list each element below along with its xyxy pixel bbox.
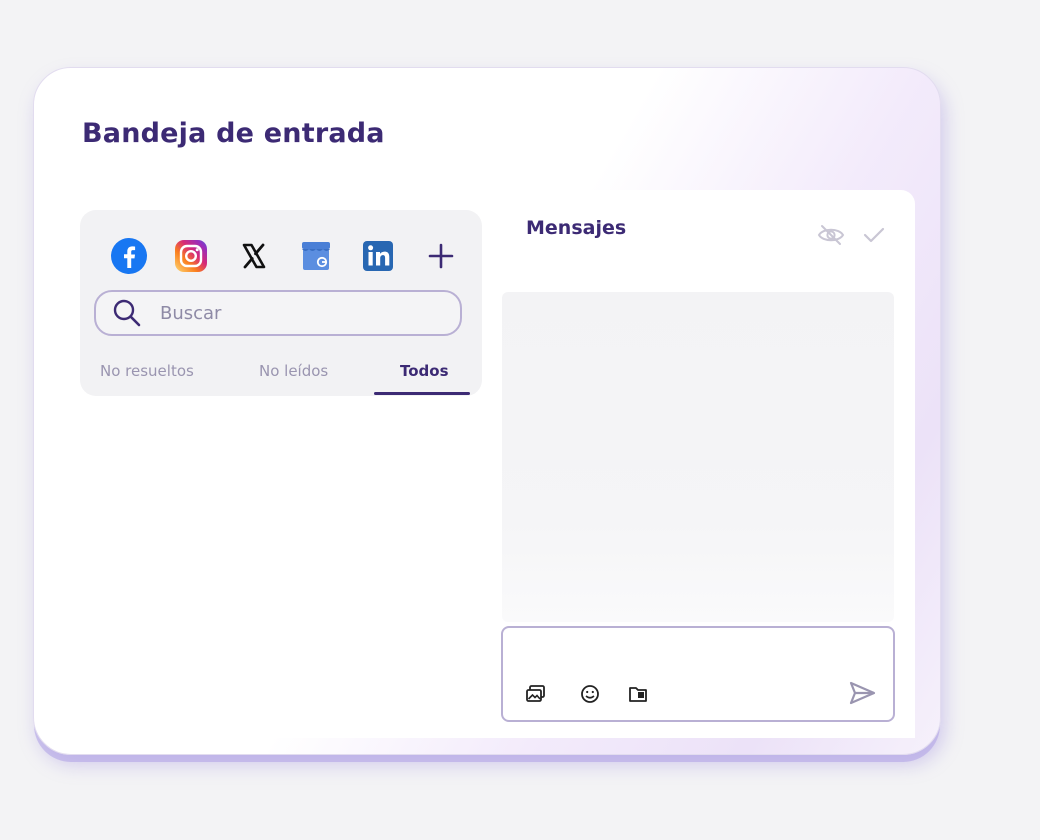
messages-area [502, 292, 894, 622]
x-icon[interactable] [235, 236, 273, 276]
linkedin-icon[interactable] [359, 236, 397, 276]
instagram-icon[interactable] [172, 236, 210, 276]
channel-selector [110, 236, 460, 276]
message-input[interactable] [515, 636, 879, 674]
active-tab-indicator [374, 392, 470, 395]
eye-off-icon[interactable] [817, 223, 845, 247]
inbox-content: No resueltos No leídos Todos Mensajes [80, 190, 915, 738]
image-gallery-icon[interactable] [525, 683, 547, 705]
tab-todos[interactable]: Todos [400, 362, 449, 380]
conversation-tabs: No resueltos No leídos Todos [80, 356, 482, 396]
send-icon[interactable] [848, 680, 876, 706]
add-icon[interactable] [422, 236, 460, 276]
store-icon[interactable] [297, 236, 335, 276]
search-box [94, 290, 462, 336]
messages-title: Mensajes [526, 217, 627, 239]
folder-icon[interactable] [627, 683, 649, 705]
conversations-panel: No resueltos No leídos Todos [80, 210, 482, 396]
search-input[interactable] [158, 301, 442, 325]
search-icon [113, 299, 141, 327]
check-icon[interactable] [862, 224, 886, 246]
page-title: Bandeja de entrada [82, 118, 385, 149]
emoji-icon[interactable] [579, 683, 601, 705]
tab-no-leidos[interactable]: No leídos [259, 362, 328, 380]
facebook-icon[interactable] [110, 236, 148, 276]
tab-no-resueltos[interactable]: No resueltos [100, 362, 194, 380]
message-composer [501, 626, 895, 722]
inbox-card: Bandeja de entrada Buscar No resueltos N… [33, 67, 941, 755]
